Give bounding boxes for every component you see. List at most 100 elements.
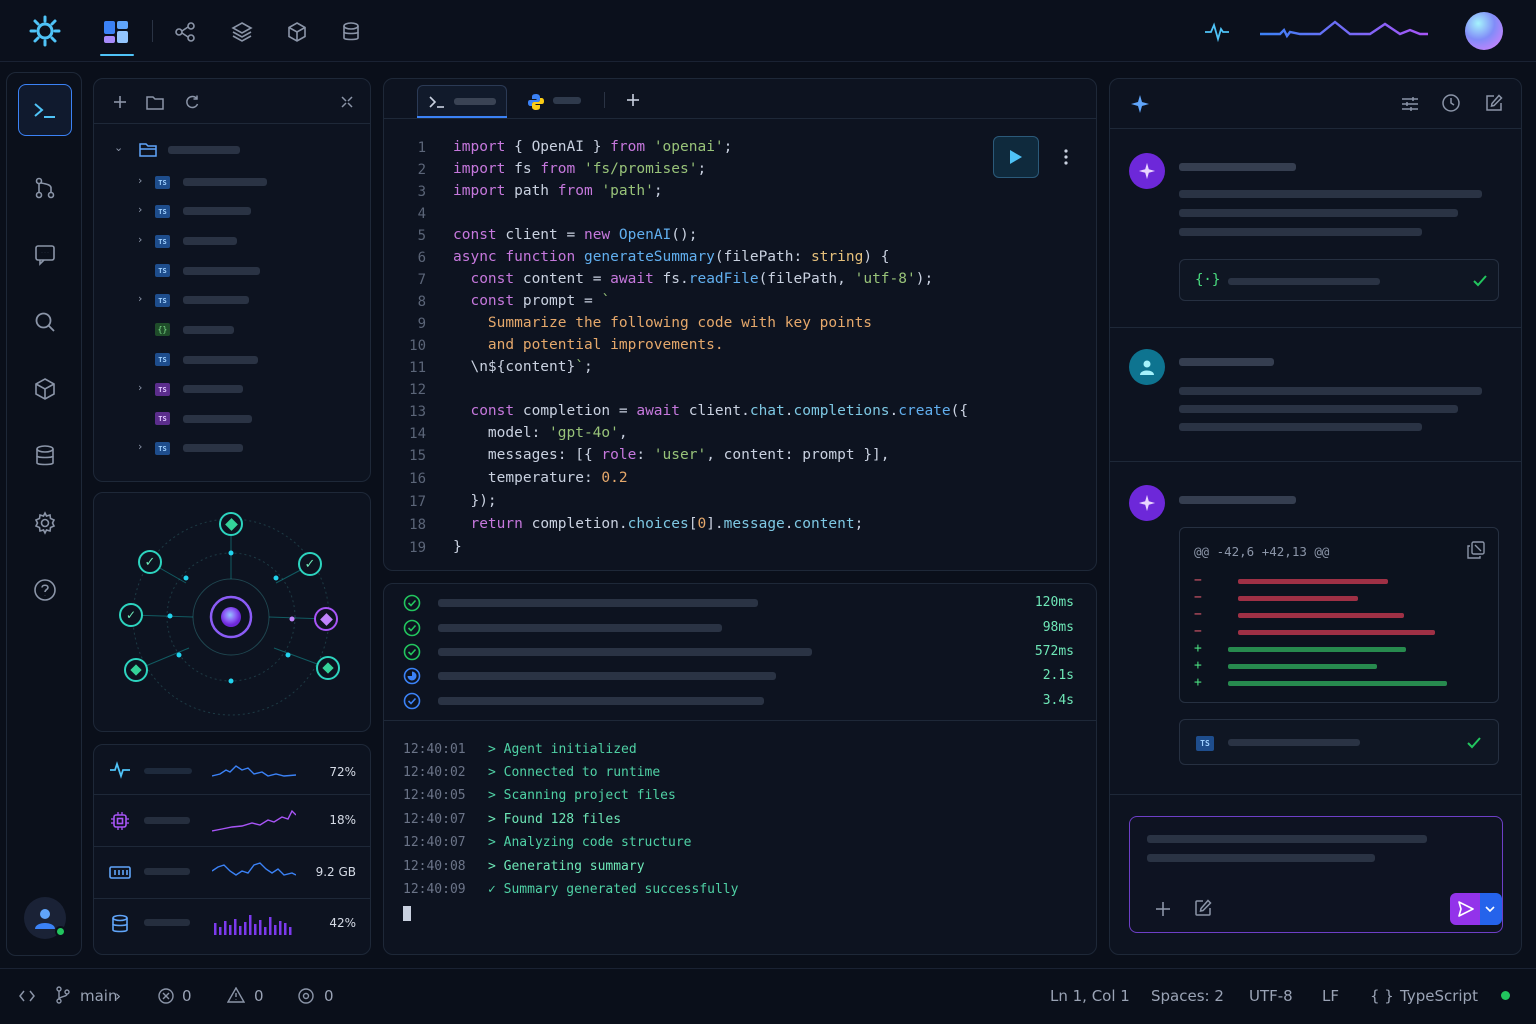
search-icon[interactable] [31,308,59,336]
chevron-down-icon[interactable] [1485,905,1495,913]
file-name-placeholder[interactable] [183,237,237,245]
refresh-icon[interactable] [182,92,202,112]
database-icon[interactable] [338,19,364,45]
task-row[interactable]: 2.1s [384,664,1096,688]
check-node-icon[interactable]: ✓ [298,552,322,576]
branch-name[interactable]: main [80,987,117,1005]
language-mode[interactable]: TypeScript [1400,987,1478,1005]
chevron-down-icon[interactable]: ⌄ [114,141,123,154]
code-line[interactable]: import path from 'path'; [453,183,663,199]
file-name-placeholder[interactable] [183,356,258,364]
chevron-right-icon[interactable]: › [138,174,142,187]
task-row[interactable]: 3.4s [384,689,1096,713]
info-icon[interactable] [297,987,315,1005]
remote-connection-icon[interactable] [18,987,36,1005]
share-nodes-icon[interactable] [172,19,198,45]
new-chat-edit-icon[interactable] [1483,92,1505,114]
new-tab-icon[interactable] [624,91,642,109]
encoding[interactable]: UTF-8 [1249,987,1293,1005]
chevron-right-icon[interactable]: › [138,440,142,453]
file-name-placeholder[interactable] [183,207,251,215]
file-name-placeholder[interactable] [183,267,260,275]
layers-icon[interactable] [229,19,255,45]
code-line[interactable]: import { OpenAI } from 'openai'; [453,139,732,155]
dashboard-icon[interactable] [100,16,132,48]
collapse-all-icon[interactable] [337,92,357,112]
git-branch-icon[interactable] [54,986,72,1004]
file-name-placeholder[interactable] [183,296,249,304]
package-icon[interactable] [31,375,59,403]
indentation[interactable]: Spaces: 2 [1151,987,1224,1005]
agent-node-left[interactable]: ✓ [119,603,143,627]
ts-attachment-card[interactable]: TS [1179,719,1499,765]
new-file-icon[interactable] [110,93,130,111]
file-name-placeholder[interactable] [183,444,243,452]
settings-gear-icon[interactable] [31,509,59,537]
cube-icon[interactable] [284,19,310,45]
user-profile-avatar[interactable] [24,897,66,939]
terminal-cursor[interactable] [403,906,411,921]
error-icon[interactable] [157,987,175,1005]
code-line[interactable]: model: 'gpt-4o', [453,425,628,441]
agent-node-bottom-right[interactable] [316,656,340,680]
filter-sliders-icon[interactable] [1399,93,1421,115]
diff-card[interactable]: @@ -42,6 +42,13 @@ − − − − + + + [1179,527,1499,703]
warning-icon[interactable] [226,986,246,1004]
code-line[interactable]: async function generateSummary(filePath:… [453,249,890,265]
typescript-file-icon: TS [155,176,170,189]
file-name-placeholder[interactable] [183,415,252,423]
folder-open-icon[interactable] [138,141,158,157]
cursor-position[interactable]: Ln 1, Col 1 [1050,987,1130,1005]
line-ending[interactable]: LF [1322,987,1339,1005]
code-line[interactable]: import fs from 'fs/promises'; [453,161,706,177]
chevron-right-icon[interactable]: › [138,203,142,216]
send-button[interactable] [1450,893,1502,925]
help-icon[interactable] [31,576,59,604]
chevron-right-icon[interactable]: › [138,233,142,246]
code-line[interactable]: } [453,539,462,555]
code-line[interactable]: const completion = await client.chat.com… [453,403,968,419]
code-line[interactable]: messages: [{ role: 'user', content: prom… [453,447,890,463]
edit-prompt-icon[interactable] [1194,899,1212,917]
git-branch-icon[interactable] [31,174,59,202]
user-avatar-orb[interactable] [1465,12,1503,50]
agent-node-right[interactable] [314,607,338,631]
agent-node-bottom-left[interactable] [124,658,148,682]
code-line[interactable]: Summarize the following code with key po… [453,315,872,331]
code-line[interactable]: \n${content}`; [453,359,592,375]
storage-icon[interactable] [31,442,59,470]
code-line[interactable]: const prompt = ` [453,293,610,309]
tab-python[interactable] [517,85,597,117]
task-row[interactable]: 572ms [384,640,1096,664]
add-attachment-icon[interactable] [1155,901,1171,917]
file-name-placeholder[interactable] [183,326,234,334]
task-row[interactable]: 120ms [384,591,1096,615]
chat-input-box[interactable] [1129,816,1503,933]
tab-terminal[interactable] [417,85,507,117]
history-icon[interactable] [1440,92,1462,114]
copy-icon[interactable] [1467,541,1485,559]
check-node-icon[interactable]: ✓ [138,550,162,574]
code-line[interactable]: }); [453,493,496,509]
code-line[interactable]: temperature: 0.2 [453,470,628,486]
file-name-placeholder[interactable] [183,385,243,393]
agent-node-top[interactable] [219,512,243,536]
sun-logo-icon[interactable] [28,14,62,48]
pulse-icon[interactable] [1203,18,1231,46]
task-label-placeholder [438,624,722,632]
run-button[interactable] [993,136,1039,178]
code-line[interactable]: and potential improvements. [453,337,724,353]
file-name-placeholder[interactable] [183,178,267,186]
chat-icon[interactable] [31,241,59,269]
chevron-right-icon[interactable]: › [138,292,142,305]
json-attachment-card[interactable]: {·} [1179,259,1499,301]
new-folder-icon[interactable] [144,92,166,112]
more-options-icon[interactable] [1056,146,1076,168]
code-line[interactable]: const client = new OpenAI(); [453,227,698,243]
code-line[interactable]: return completion.choices[0].message.con… [453,516,863,532]
chevron-right-icon[interactable]: › [138,381,142,394]
diff-removed-line [1238,613,1404,618]
code-line[interactable]: const content = await fs.readFile(filePa… [453,271,933,287]
terminal-nav-button[interactable] [18,84,72,136]
task-row[interactable]: 98ms [384,616,1096,640]
